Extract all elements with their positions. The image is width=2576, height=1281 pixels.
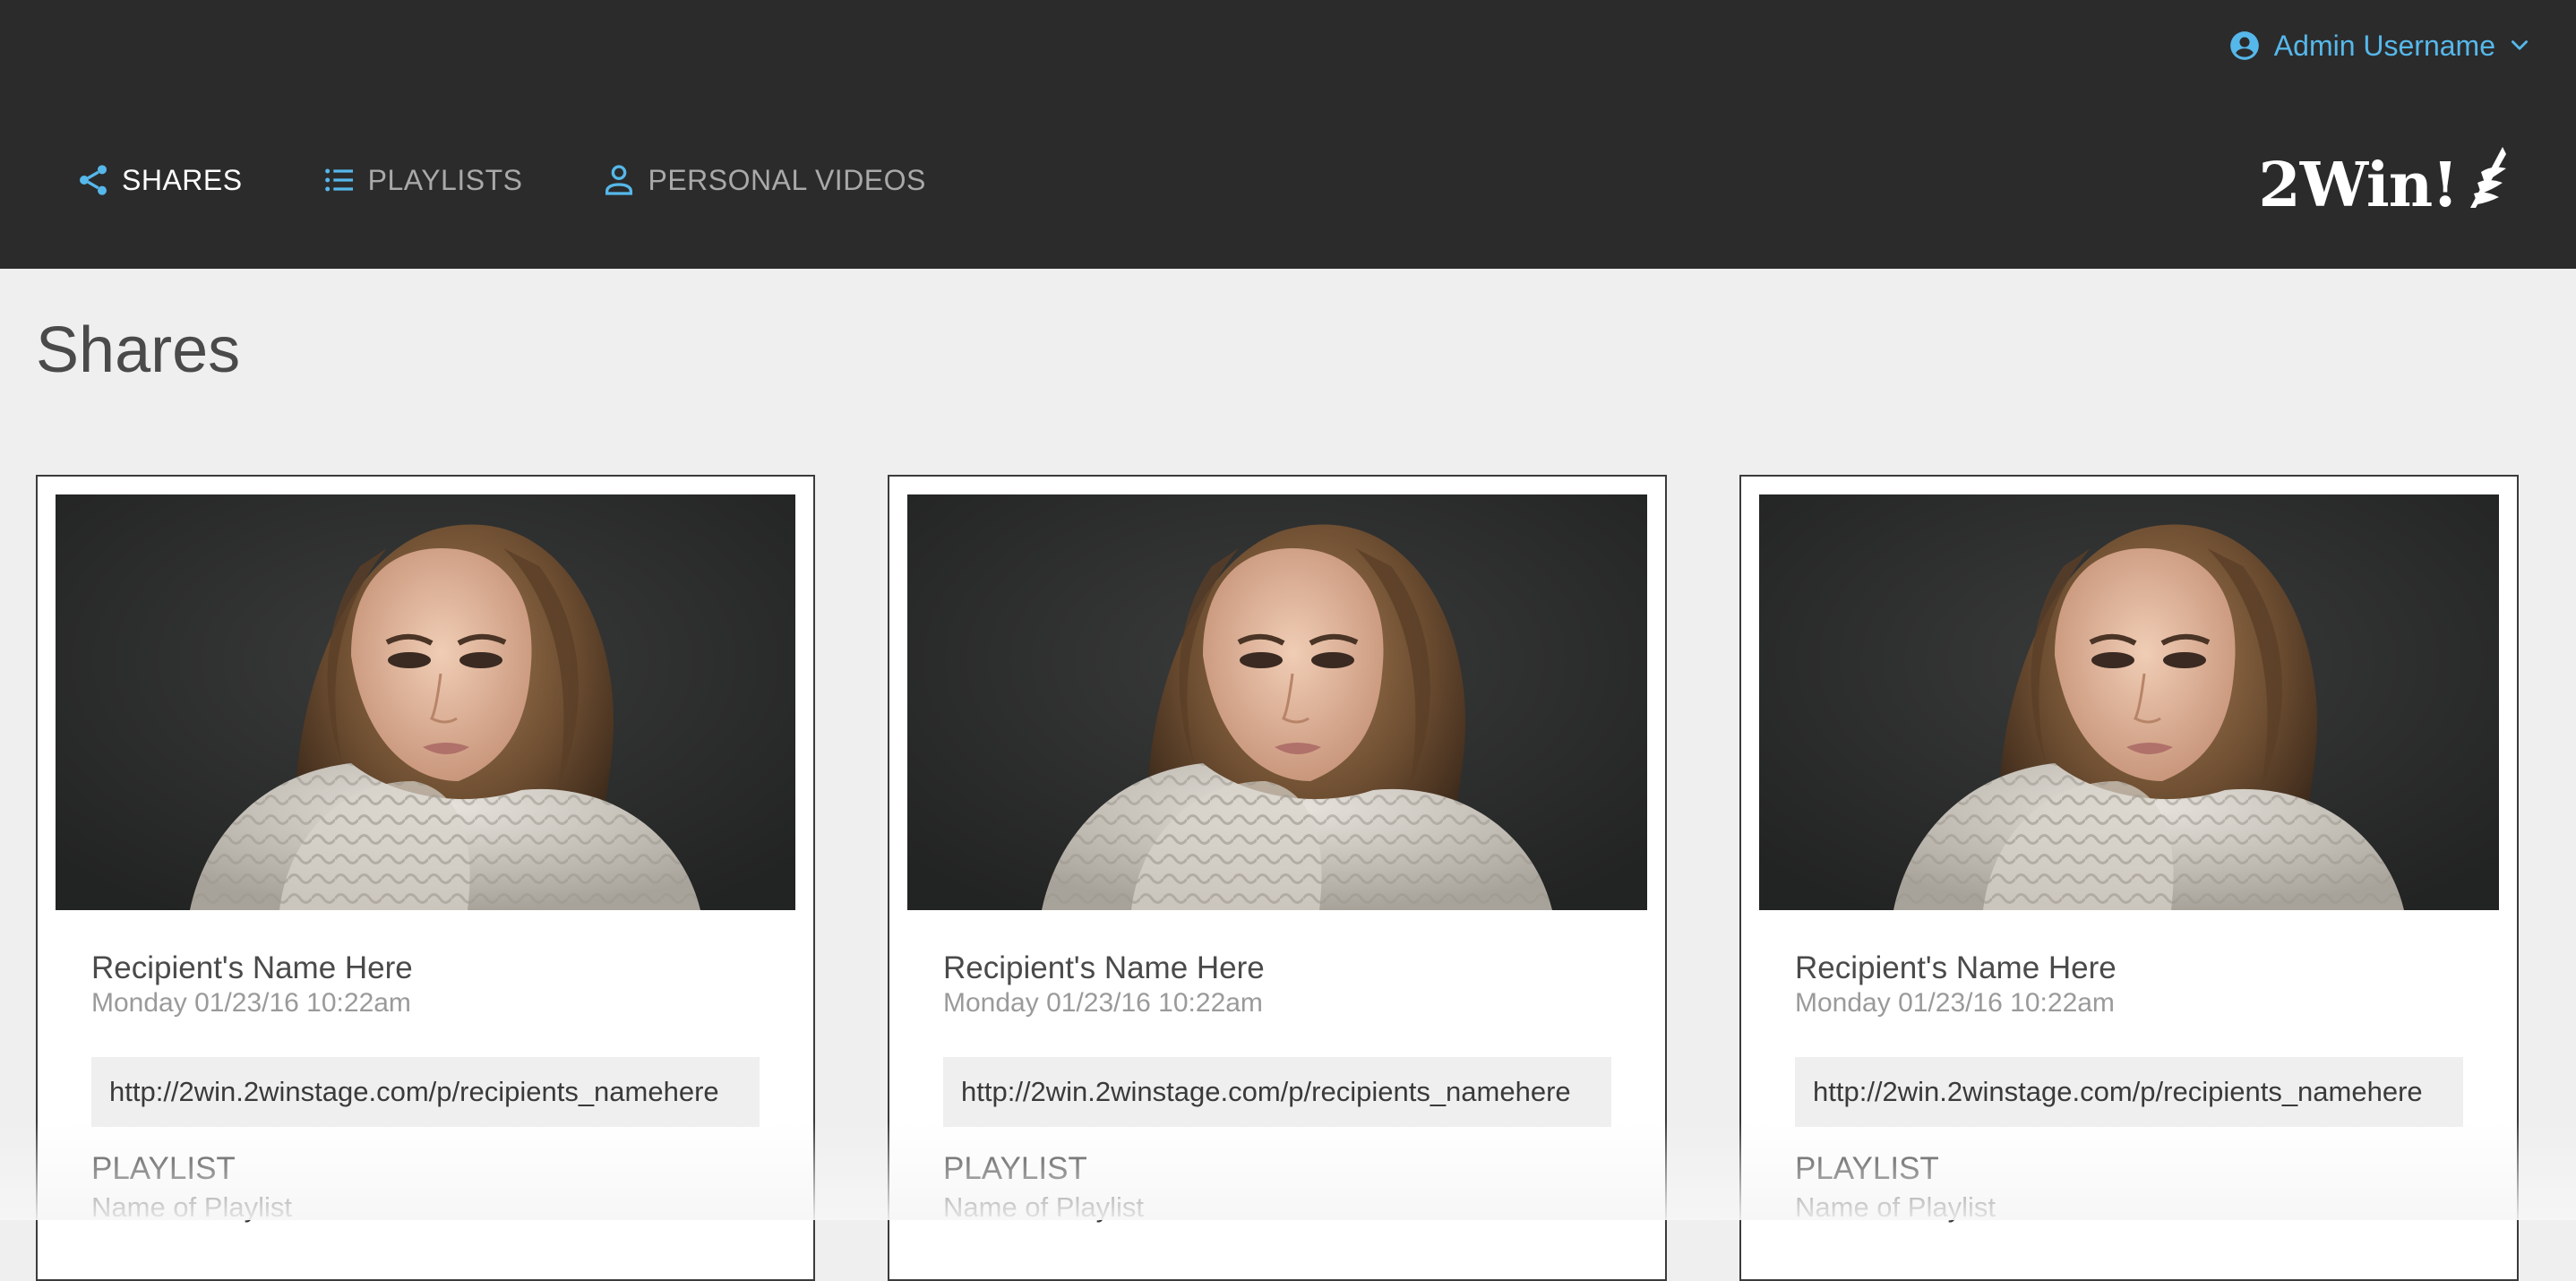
share-date: Monday 01/23/16 10:22am [1795, 987, 2463, 1019]
share-icon [75, 162, 111, 198]
nav-label-shares[interactable]: SHARES [122, 164, 243, 197]
playlist-name: Name of Playlist [1795, 1190, 2463, 1225]
share-card: Recipient's Name Here Monday 01/23/16 10… [1739, 475, 2519, 1281]
brand-logo[interactable]: 2Win! [2258, 143, 2510, 227]
share-cards: Recipient's Name Here Monday 01/23/16 10… [36, 475, 2519, 1281]
nav-item-playlists[interactable]: PLAYLISTS [322, 149, 523, 211]
recipient-name: Recipient's Name Here [91, 950, 760, 987]
share-link-field[interactable]: http://2win.2winstage.com/p/recipients_n… [91, 1057, 760, 1127]
chevron-down-icon[interactable] [2508, 34, 2531, 57]
account-circle-icon [2228, 29, 2262, 63]
person-icon [601, 162, 637, 198]
playlist-heading: PLAYLIST [943, 1148, 1611, 1190]
playlist-name: Name of Playlist [91, 1190, 760, 1225]
share-date: Monday 01/23/16 10:22am [943, 987, 1611, 1019]
share-date: Monday 01/23/16 10:22am [91, 987, 760, 1019]
video-thumbnail[interactable] [1759, 494, 2499, 910]
list-icon [322, 162, 357, 198]
recipient-name: Recipient's Name Here [943, 950, 1611, 987]
share-card: Recipient's Name Here Monday 01/23/16 10… [36, 475, 815, 1281]
nav-label-personal-videos[interactable]: PERSONAL VIDEOS [648, 164, 925, 197]
playlist-heading: PLAYLIST [1795, 1148, 2463, 1190]
flag-icon [2463, 143, 2510, 227]
share-link-field[interactable]: http://2win.2winstage.com/p/recipients_n… [1795, 1057, 2463, 1127]
logo-text: 2Win! [2258, 150, 2458, 221]
user-name[interactable]: Admin Username [2274, 30, 2495, 63]
playlist-name: Name of Playlist [943, 1190, 1611, 1225]
card-body: Recipient's Name Here Monday 01/23/16 10… [1759, 910, 2499, 1225]
share-card: Recipient's Name Here Monday 01/23/16 10… [888, 475, 1667, 1281]
share-link-field[interactable]: http://2win.2winstage.com/p/recipients_n… [943, 1057, 1611, 1127]
nav-label-playlists[interactable]: PLAYLISTS [368, 164, 523, 197]
playlist-heading: PLAYLIST [91, 1148, 760, 1190]
recipient-name: Recipient's Name Here [1795, 950, 2463, 987]
nav-item-shares[interactable]: SHARES [75, 149, 243, 211]
video-thumbnail[interactable] [56, 494, 795, 910]
video-thumbnail[interactable] [907, 494, 1647, 910]
top-header: Admin Username SHARES [0, 0, 2576, 269]
nav-item-personal-videos[interactable]: PERSONAL VIDEOS [601, 149, 925, 211]
card-body: Recipient's Name Here Monday 01/23/16 10… [907, 910, 1647, 1225]
card-body: Recipient's Name Here Monday 01/23/16 10… [56, 910, 795, 1225]
page-title: Shares [36, 314, 240, 387]
user-menu[interactable]: Admin Username [2228, 14, 2531, 77]
main-nav: SHARES PLAYLISTS PERSONAL VIDEOS [75, 149, 926, 211]
